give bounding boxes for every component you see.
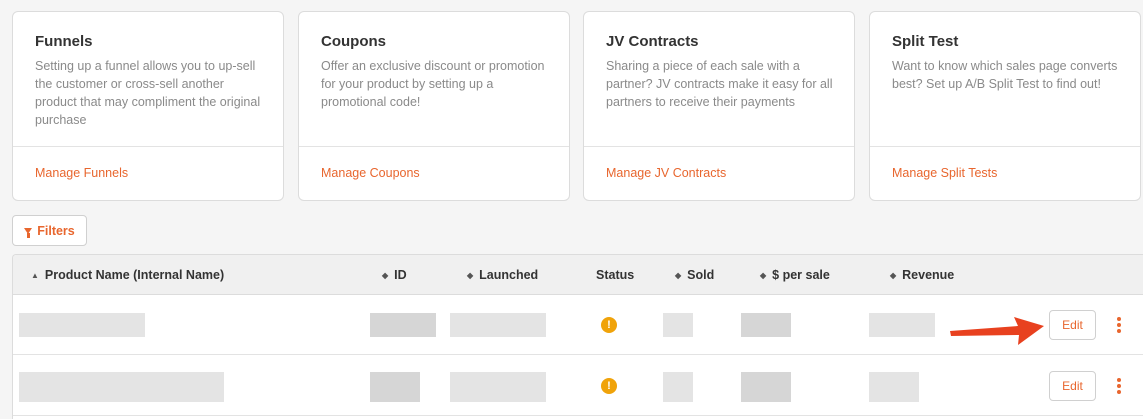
more-options-icon[interactable] (1116, 317, 1122, 333)
card-title: Funnels (35, 33, 93, 50)
card-description: Want to know which sales page converts b… (892, 59, 1118, 91)
card-description: Offer an exclusive discount or promotion… (321, 59, 545, 109)
column-per-sale[interactable]: ◆ $ per sale (760, 255, 830, 295)
redacted-sold (663, 372, 693, 402)
column-revenue[interactable]: ◆ Revenue (890, 255, 954, 295)
redacted-sold (663, 313, 693, 337)
column-label: ID (394, 268, 407, 282)
column-label: Sold (687, 268, 715, 282)
sort-asc-icon: ▲ (31, 271, 39, 280)
column-label: Launched (479, 268, 539, 282)
card-title: Split Test (892, 33, 959, 50)
manage-coupons-link[interactable]: Manage Coupons (321, 166, 420, 180)
card-title: JV Contracts (606, 33, 699, 50)
sort-icon: ◆ (675, 271, 682, 280)
manage-funnels-link[interactable]: Manage Funnels (35, 166, 128, 180)
card-coupons: Coupons Offer an exclusive discount or p… (298, 11, 570, 201)
redacted-per-sale (741, 313, 791, 337)
card-jv-contracts: JV Contracts Sharing a piece of each sal… (583, 11, 855, 201)
edit-button[interactable]: Edit (1049, 310, 1096, 340)
sort-icon: ◆ (760, 271, 767, 280)
card-divider (584, 146, 854, 147)
card-funnels: Funnels Setting up a funnel allows you t… (12, 11, 284, 201)
redacted-product-name (19, 372, 224, 402)
redacted-revenue (869, 372, 919, 402)
manage-split-tests-link[interactable]: Manage Split Tests (892, 166, 997, 180)
warning-icon: ! (601, 317, 617, 333)
warning-icon: ! (601, 378, 617, 394)
filters-label: Filters (37, 223, 75, 238)
annotation-arrow-icon (950, 317, 1044, 345)
column-label: Product Name (Internal Name) (44, 268, 225, 282)
manage-jv-contracts-link[interactable]: Manage JV Contracts (606, 166, 726, 180)
card-divider (13, 146, 283, 147)
edit-button[interactable]: Edit (1049, 371, 1096, 401)
redacted-per-sale (741, 372, 791, 402)
column-status: Status (596, 255, 634, 295)
card-description: Sharing a piece of each sale with a part… (606, 59, 833, 109)
column-label: Revenue (902, 268, 955, 282)
redacted-id (370, 372, 420, 402)
column-product-name[interactable]: ▲ Product Name (Internal Name) (31, 255, 224, 295)
card-description: Setting up a funnel allows you to up-sel… (35, 59, 261, 127)
filters-button[interactable]: Filters (12, 215, 87, 246)
filter-icon (24, 227, 33, 238)
redacted-launched (450, 313, 546, 337)
table-header: ▲ Product Name (Internal Name) ◆ ID ◆ Launc… (13, 255, 1143, 295)
redacted-launched (450, 372, 546, 402)
card-divider (870, 146, 1140, 147)
column-sold[interactable]: ◆ Sold (675, 255, 714, 295)
column-id[interactable]: ◆ ID (382, 255, 407, 295)
column-label: $ per sale (772, 268, 830, 282)
sort-icon: ◆ (467, 271, 474, 280)
card-split-test: Split Test Want to know which sales page… (869, 11, 1141, 201)
redacted-id (370, 313, 436, 337)
sort-icon: ◆ (382, 271, 389, 280)
more-options-icon[interactable] (1116, 378, 1122, 394)
column-launched[interactable]: ◆ Launched (467, 255, 538, 295)
sort-icon: ◆ (890, 271, 897, 280)
redacted-product-name (19, 313, 145, 337)
column-label: Status (596, 268, 635, 282)
feature-cards: Funnels Setting up a funnel allows you t… (12, 11, 1143, 201)
table-row: ! Edit (13, 356, 1143, 416)
card-divider (299, 146, 569, 147)
card-title: Coupons (321, 33, 386, 50)
redacted-revenue (869, 313, 935, 337)
